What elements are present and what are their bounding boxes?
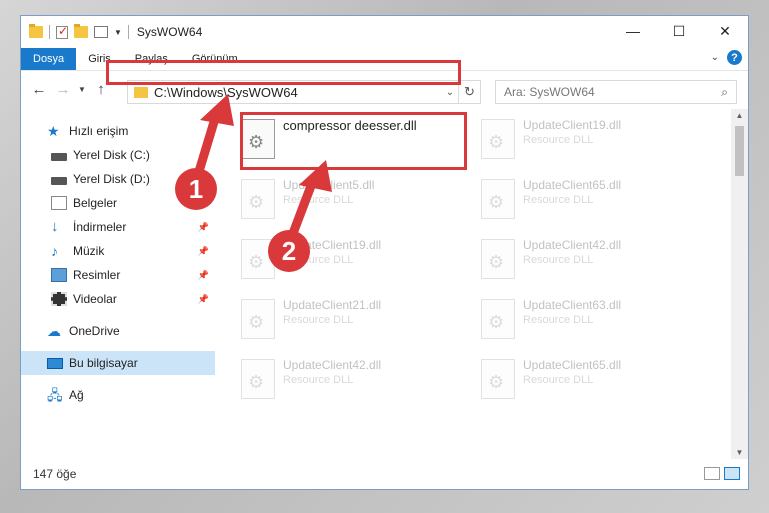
step-2-badge: 2 — [268, 230, 310, 272]
step-1-badge: 1 — [175, 168, 217, 210]
annotation-arrows — [192, 94, 332, 241]
arrow-1-head — [200, 94, 234, 126]
arrow-2-head — [299, 160, 332, 192]
